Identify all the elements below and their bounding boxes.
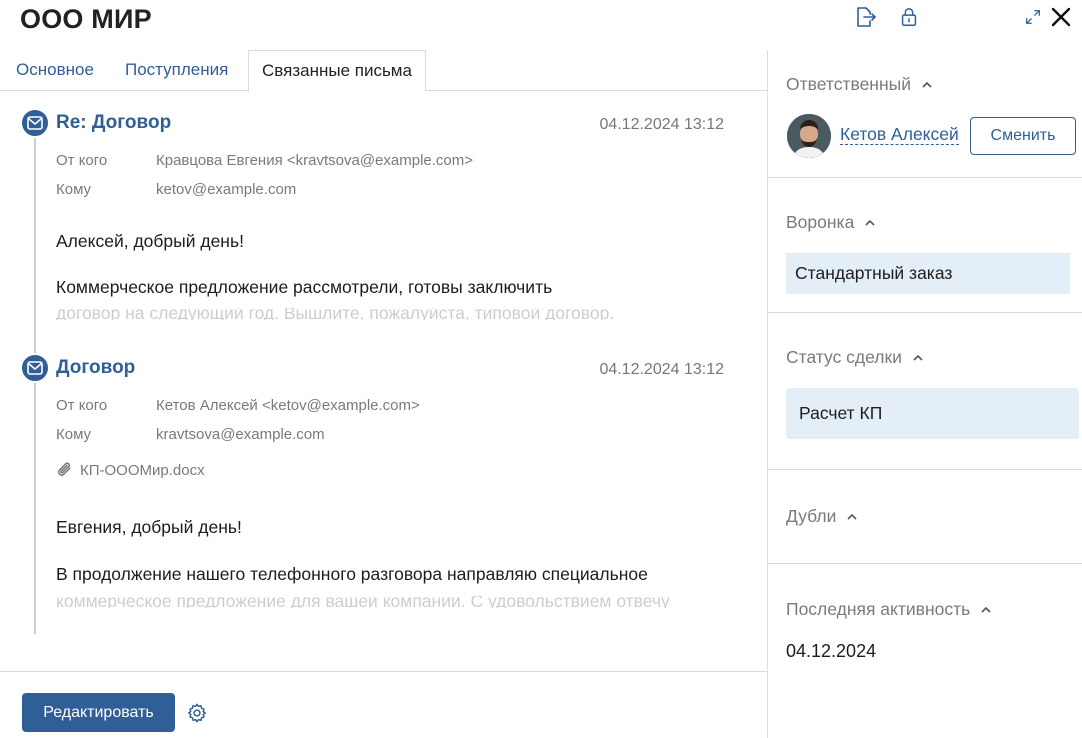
- email-text-faded-line: коммерческое предложение для вашей компа…: [56, 596, 670, 608]
- tab-related-emails[interactable]: Связанные письма: [248, 50, 426, 92]
- window-toolbar: [852, 4, 1082, 32]
- chevron-up-icon: [913, 354, 923, 361]
- section-responsible[interactable]: Ответственный: [786, 74, 933, 95]
- email-text: Коммерческое предложение рассмотрели, го…: [56, 277, 553, 297]
- chevron-up-icon: [981, 606, 991, 613]
- attachment-name: КП-OOOМир.docx: [80, 461, 205, 479]
- email-date: 04.12.2024 13:12: [599, 116, 724, 133]
- avatar: [787, 114, 831, 158]
- email-greeting: Алексей, добрый день!: [56, 231, 244, 251]
- email-date: 04.12.2024 13:12: [599, 361, 724, 378]
- from-value: Кетов Алексей <ketov@example.com>: [156, 397, 420, 414]
- chevron-up-icon: [865, 219, 875, 226]
- funnel-value[interactable]: Стандартный заказ: [786, 253, 1070, 294]
- section-duplicates[interactable]: Дубли: [786, 506, 858, 527]
- envelope-icon: [20, 108, 50, 138]
- tab-payments[interactable]: Поступления: [125, 50, 228, 91]
- divider: [768, 177, 1082, 178]
- export-icon[interactable]: [852, 4, 878, 30]
- edit-button[interactable]: Редактировать: [22, 693, 175, 732]
- gear-icon[interactable]: [186, 702, 208, 724]
- section-duplicates-label: Дубли: [786, 506, 837, 526]
- paperclip-icon: [57, 462, 71, 476]
- email-text-faded: коммерческое предложение для вашей компа…: [56, 596, 670, 608]
- section-last-activity[interactable]: Последняя активность: [786, 599, 992, 620]
- footer-bar: Редактировать: [0, 671, 767, 738]
- expand-icon[interactable]: [1020, 4, 1046, 30]
- chevron-up-icon: [847, 513, 857, 520]
- section-status[interactable]: Статус сделки: [786, 347, 924, 368]
- status-value[interactable]: Расчет КП: [786, 388, 1079, 439]
- timeline-line: [34, 136, 36, 634]
- details-sidebar: Ответственный Кетов Алексей Сменить Воро…: [767, 50, 1082, 738]
- section-status-label: Статус сделки: [786, 347, 902, 367]
- envelope-icon: [20, 353, 50, 383]
- close-icon[interactable]: [1048, 4, 1074, 30]
- from-label: От кого: [56, 397, 108, 414]
- email-text-faded: договор на следующий год. Вышлите, пожал…: [56, 308, 614, 320]
- divider: [768, 312, 1082, 313]
- email-subject[interactable]: Re: Договор: [56, 112, 171, 134]
- lock-icon[interactable]: [896, 4, 922, 30]
- divider: [768, 469, 1082, 470]
- tab-main[interactable]: Основное: [16, 50, 94, 91]
- chevron-up-icon: [922, 81, 932, 88]
- to-value: ketov@example.com: [156, 181, 297, 198]
- tab-bar: Основное Поступления Связанные письма: [0, 50, 767, 92]
- change-responsible-button[interactable]: Сменить: [970, 117, 1076, 155]
- to-label: Кому: [56, 426, 92, 443]
- attachment-link[interactable]: КП-OOOМир.docx: [56, 460, 205, 480]
- email-greeting: Евгения, добрый день!: [56, 517, 242, 537]
- from-value: Кравцова Евгения <kravtsova@example.com>: [156, 152, 474, 169]
- section-funnel[interactable]: Воронка: [786, 212, 876, 233]
- email-subject[interactable]: Договор: [56, 357, 135, 379]
- email-text-faded-line: договор на следующий год. Вышлите, пожал…: [56, 308, 615, 320]
- email-text: В продолжение нашего телефонного разгово…: [56, 564, 648, 584]
- section-funnel-label: Воронка: [786, 212, 855, 232]
- page-title: ООО МИР: [20, 4, 152, 34]
- to-value: kravtsova@example.com: [156, 426, 325, 443]
- responsible-name-link[interactable]: Кетов Алексей: [840, 124, 959, 145]
- last-activity-value: 04.12.2024: [786, 641, 877, 661]
- section-responsible-label: Ответственный: [786, 74, 911, 94]
- to-label: Кому: [56, 181, 92, 198]
- section-last-activity-label: Последняя активность: [786, 599, 971, 619]
- from-label: От кого: [56, 152, 108, 169]
- divider: [768, 563, 1082, 564]
